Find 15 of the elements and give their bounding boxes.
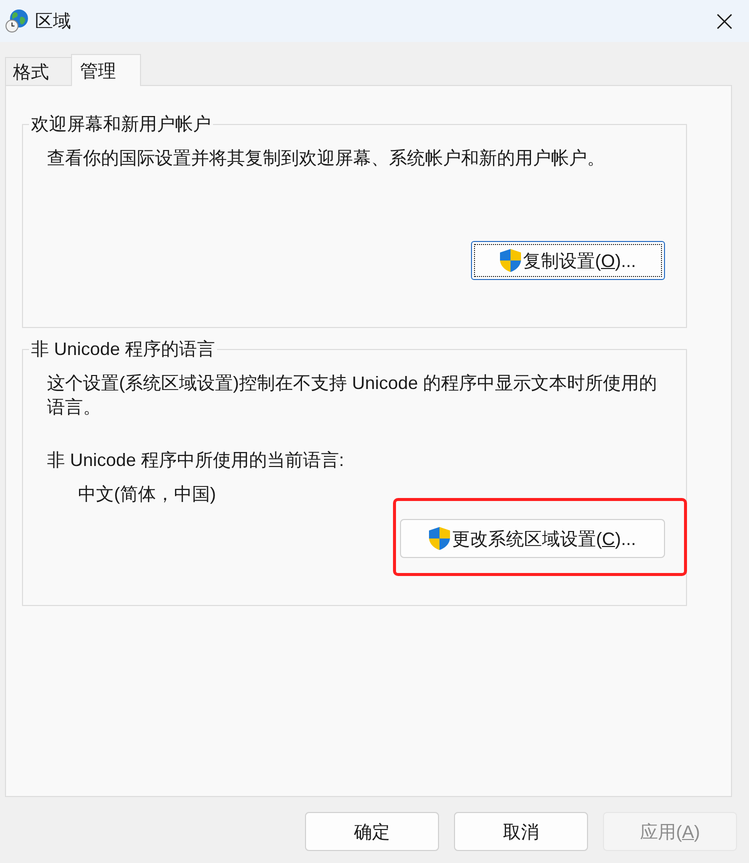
settings-button[interactable]: 更改系统区域设置(C)... [400,519,665,558]
description-text: 查看你的国际设置并将其复制到欢迎屏幕、系统帐户和新的用户帐户。 [47,147,606,170]
tab[interactable]: 格式 [5,57,72,85]
current-language-label: 非 Unicode 程序中所使用的当前语言: [47,449,346,472]
dialog-button[interactable]: 确定 [305,812,439,851]
window-title: 区域 [35,10,71,33]
group-title: 欢迎屏幕和新用户帐户 [30,113,212,136]
settings-button[interactable]: 复制设置(O)... [470,241,665,280]
close-icon[interactable] [717,14,732,28]
group-title: 非 Unicode 程序的语言 [30,338,216,361]
tab[interactable]: 管理 [71,54,141,86]
description-text: 这个设置(系统区域设置)控制在不支持 Unicode 的程序中显示文本时所使用的语言。 [47,372,658,419]
current-language-value: 中文(简体，中国) [77,483,216,506]
dialog-button[interactable]: 取消 [454,812,588,851]
globe-clock-icon [5,9,29,33]
